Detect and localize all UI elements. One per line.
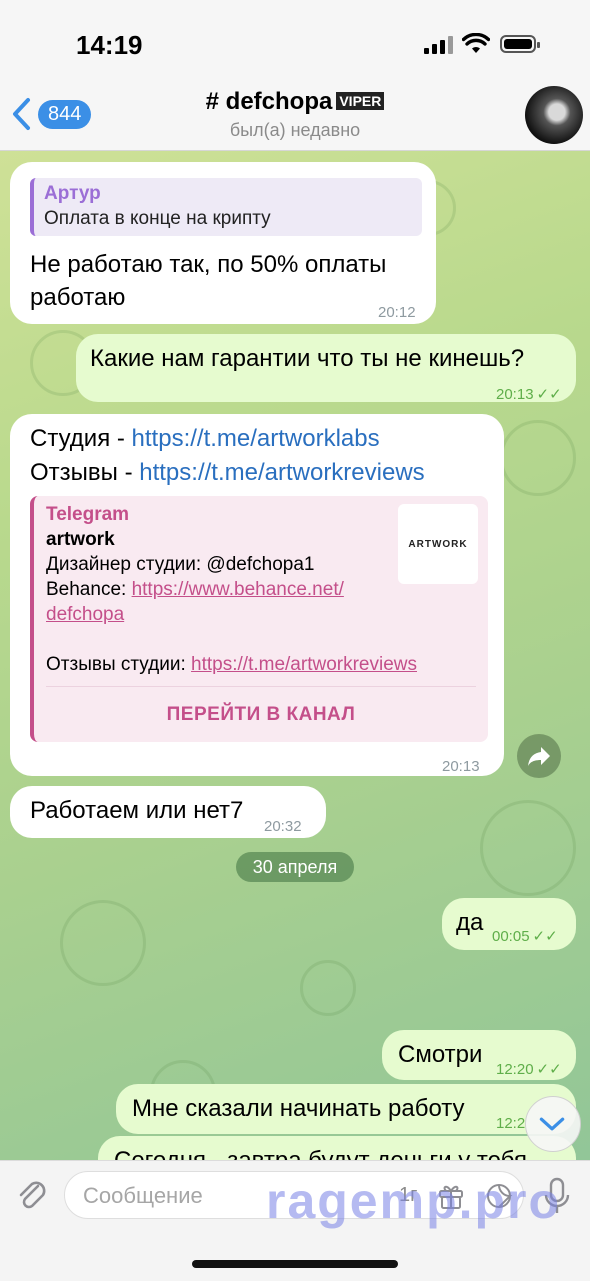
link-label: Студия - [30,425,132,452]
double-check-icon: ✓✓ [536,1061,562,1078]
message-time-text: 20:13 [496,386,534,403]
scroll-to-bottom-button[interactable] [525,1096,581,1152]
message-time: 20:12 [378,304,416,321]
message-text-line: Отзывы - https://t.me/artworkreviews [30,456,425,489]
preview-thumbnail-logo: ARTWORK [408,538,468,550]
message-time-text: 00:05 [492,928,530,945]
double-check-icon: ✓✓ [532,928,558,945]
link-preview[interactable]: Telegram artwork Дизайнер студии: @defch… [30,496,488,742]
message-time: 20:13 [442,758,480,775]
chevron-down-icon [539,1117,565,1131]
open-channel-button[interactable]: ПЕРЕЙТИ В КАНАЛ [34,702,488,727]
status-time: 14:19 [76,30,143,60]
message-text-line: Студия - https://t.me/artworklabs [30,422,380,455]
message-time: 20:32 [264,818,302,835]
chat-title[interactable]: # defchopa VIPER [0,88,590,116]
message-text: Мне сказали начинать работу [132,1095,465,1122]
avatar[interactable] [525,86,583,144]
message-outgoing[interactable]: да 00:05 ✓✓ [442,898,576,950]
reply-author: Артур [44,183,101,204]
message-text: Смотри [398,1041,483,1068]
message-placeholder: Сообщение [83,1183,203,1208]
cellular-signal-icon [424,36,454,54]
message-text-line: работаю [30,284,126,311]
last-seen-status: был(а) недавно [229,120,361,140]
message-outgoing[interactable]: Какие нам гарантии что ты не кинешь? 20:… [76,334,576,403]
wifi-icon [462,33,490,53]
date-separator: 30 апреля [236,852,354,882]
paperclip-icon[interactable] [14,1177,50,1213]
behance-link[interactable]: https://www.behance.net/ [132,579,344,600]
preview-description-line: Отзывы студии: https://t.me/artworkrevie… [46,652,476,677]
preview-divider [46,686,476,687]
message-time: 12:20 ✓✓ [496,1053,562,1086]
share-button[interactable] [517,734,561,778]
message-incoming[interactable]: Работаем или нет7 20:32 [10,786,326,838]
preview-label: Отзывы студии: [46,654,192,675]
preview-label: Behance: [46,579,132,600]
message-text: Не работаю так, по 50% оплаты работаю [30,248,386,314]
share-arrow-icon [528,747,550,766]
message-incoming-links[interactable]: Студия - https://t.me/artworklabs Отзывы… [10,414,504,776]
message-time: 00:05 ✓✓ [492,920,558,953]
message-text: Работаем или нет7 [30,797,244,824]
reviews-link[interactable]: https://t.me/artworkreviews [139,459,424,486]
double-check-icon: ✓✓ [536,386,562,403]
message-time: 20:13 ✓✓ [496,378,562,411]
message-outgoing[interactable]: Смотри 12:20 ✓✓ [382,1030,576,1080]
top-bar: 14:19 844 # defchopa VIPER был(а) недавно [0,0,590,151]
message-outgoing[interactable]: Мне сказали начинать работу 12:2 [116,1084,576,1134]
reply-quote[interactable]: Артур Оплата в конце на крипту [30,178,422,236]
message-text: да [456,909,484,936]
message-time-text: 12:20 [496,1061,534,1078]
studio-link[interactable]: https://t.me/artworklabs [132,425,380,452]
home-indicator [192,1260,398,1268]
preview-thumbnail: ARTWORK [398,504,478,584]
preview-reviews-link[interactable]: https://t.me/artworkreviews [191,654,417,675]
message-incoming[interactable]: Артур Оплата в конце на крипту Не работа… [10,162,436,324]
link-label: Отзывы - [30,459,140,486]
reply-text: Оплата в конце на крипту [44,208,271,229]
watermark: ragemp.pro [266,1173,562,1229]
chat-title-text: # defchopa [205,88,333,115]
behance-link-continued[interactable]: defchopa [46,602,476,627]
message-text-line: Не работаю так, по 50% оплаты [30,251,387,278]
message-text: Какие нам гарантии что ты не кинешь? [90,345,525,372]
battery-icon [500,35,540,53]
chat-title-tag: VIPER [336,92,385,110]
